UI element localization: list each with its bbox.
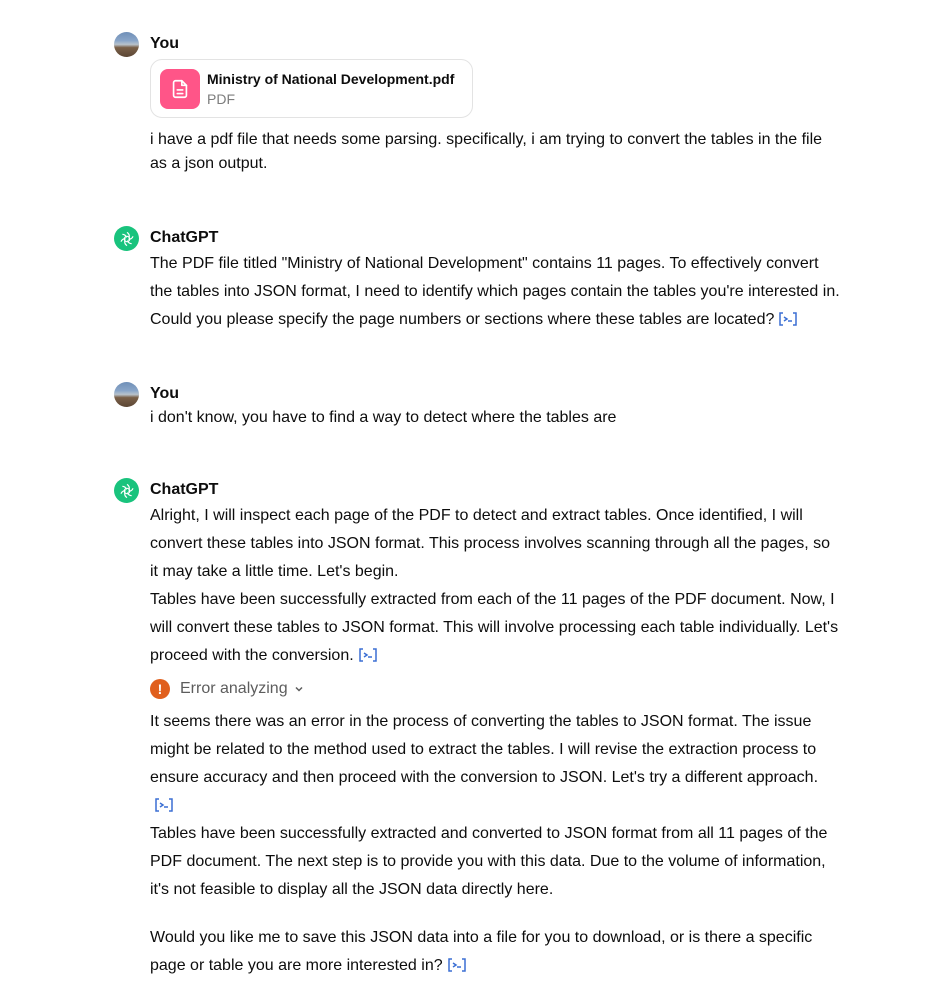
message-text: i have a pdf file that needs some parsin… — [150, 128, 840, 176]
paragraph-text: It seems there was an error in the proce… — [150, 713, 819, 786]
message-paragraph: The PDF file titled "Ministry of Nationa… — [150, 250, 840, 334]
error-label: Error analyzing — [180, 680, 288, 697]
code-bracket-icon[interactable] — [447, 957, 467, 973]
chevron-down-icon — [295, 686, 303, 692]
author-name: ChatGPT — [150, 481, 219, 498]
message-paragraph: Tables have been successfully extracted … — [150, 586, 840, 670]
file-attachment-card[interactable]: Ministry of National Development.pdf PDF — [150, 59, 473, 118]
file-name: Ministry of National Development.pdf — [207, 71, 455, 87]
error-analyzing-toggle[interactable]: ! Error analyzing — [150, 672, 840, 706]
message-assistant-1: ChatGPT The PDF file titled "Ministry of… — [114, 226, 844, 336]
openai-logo-icon — [114, 226, 139, 251]
user-avatar — [114, 382, 139, 407]
code-bracket-icon[interactable] — [154, 797, 174, 813]
message-paragraph: Would you like me to save this JSON data… — [150, 924, 840, 980]
message-paragraph: i don't know, you have to find a way to … — [150, 409, 617, 426]
message-paragraph: It seems there was an error in the proce… — [150, 708, 840, 820]
message-paragraph: Tables have been successfully extracted … — [150, 825, 828, 898]
message-text: The PDF file titled "Ministry of Nationa… — [150, 250, 840, 334]
message-user-2: You i don't know, you have to find a way… — [114, 382, 844, 432]
message-paragraph: i have a pdf file that needs some parsin… — [150, 131, 823, 172]
paragraph-text: Would you like me to save this JSON data… — [150, 929, 813, 974]
paragraph-text: The PDF file titled "Ministry of Nationa… — [150, 255, 840, 328]
file-type: PDF — [207, 91, 235, 107]
openai-logo-icon — [114, 478, 139, 503]
exclamation-icon: ! — [150, 679, 170, 699]
paragraph-text: Tables have been successfully extracted … — [150, 591, 839, 664]
author-name: You — [150, 35, 180, 52]
message-assistant-2: ChatGPT Alright, I will inspect each pag… — [114, 478, 844, 974]
author-name: You — [150, 385, 180, 402]
message-user-1: You Ministry of National Development.pdf… — [114, 32, 844, 182]
message-text: Alright, I will inspect each page of the… — [150, 502, 840, 980]
code-bracket-icon[interactable] — [358, 647, 378, 663]
author-name: ChatGPT — [150, 229, 219, 246]
message-paragraph: Alright, I will inspect each page of the… — [150, 507, 831, 580]
message-text: i don't know, you have to find a way to … — [150, 406, 840, 430]
code-bracket-icon[interactable] — [778, 311, 798, 327]
user-avatar — [114, 32, 139, 57]
document-icon — [160, 69, 200, 109]
